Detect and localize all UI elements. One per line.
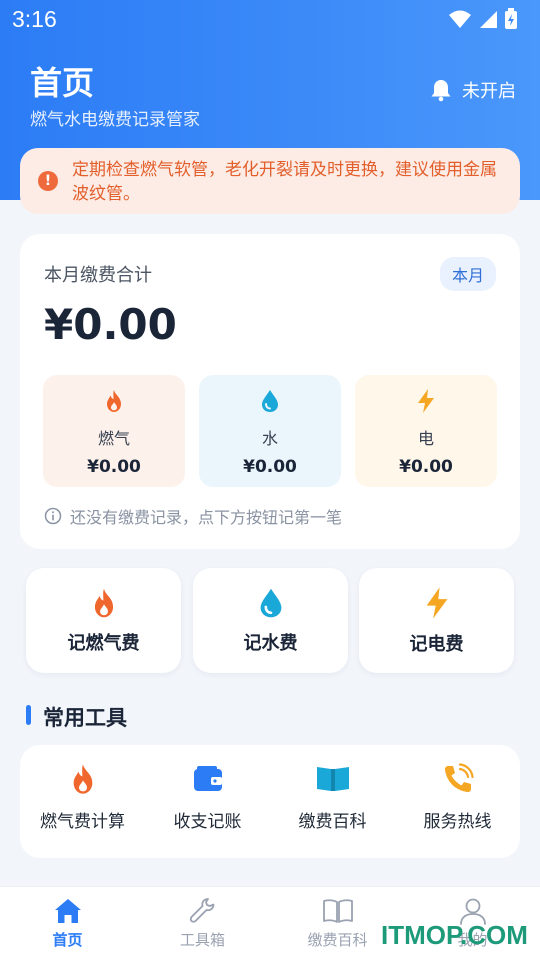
record-gas-label: 记燃气费	[67, 632, 140, 654]
page-subtitle: 燃气水电缴费记录管家	[30, 110, 200, 130]
book-icon	[322, 899, 353, 923]
tool-service-hotline[interactable]: 服务热线	[395, 763, 520, 832]
tool-gas-calculator[interactable]: 燃气费计算	[20, 763, 145, 832]
tools-card: 燃气费计算 收支记账 缴费百科 服务热线	[20, 745, 520, 858]
water-drop-icon	[262, 390, 278, 412]
record-water-button[interactable]: 记水费	[193, 568, 348, 673]
wrench-icon	[189, 898, 214, 923]
status-icons	[448, 8, 518, 30]
flame-icon	[73, 764, 92, 794]
water-label: 水	[261, 429, 278, 448]
water-amount: ¥0.00	[243, 457, 297, 477]
reminder-toggle-button[interactable]: 未开启	[430, 77, 516, 103]
gas-summary-box[interactable]: 燃气 ¥0.00	[43, 375, 185, 487]
signal-icon	[480, 11, 497, 28]
lightning-icon	[426, 586, 447, 619]
tools-section-title: 常用工具	[43, 706, 127, 730]
safety-notice[interactable]: ! 定期检查燃气软管，老化开裂请及时更换，建议使用金属波纹管。	[20, 148, 520, 214]
electricity-summary-box[interactable]: 电 ¥0.00	[355, 375, 497, 487]
empty-records-hint: 还没有缴费记录，点下方按钮记第一笔	[44, 504, 342, 528]
wifi-icon	[449, 10, 471, 28]
tab-label: 工具箱	[179, 931, 225, 949]
tab-label: 缴费百科	[307, 931, 368, 949]
record-gas-button[interactable]: 记燃气费	[26, 568, 181, 673]
book-icon	[316, 767, 349, 791]
electricity-label: 电	[417, 429, 434, 448]
flame-icon	[107, 390, 121, 412]
wallet-icon	[193, 766, 222, 791]
watermark: ITMOP.COM	[381, 920, 528, 950]
alert-circle-icon: !	[38, 171, 58, 191]
tool-encyclopedia[interactable]: 缴费百科	[270, 763, 395, 832]
tool-label: 缴费百科	[298, 812, 367, 832]
record-electricity-button[interactable]: 记电费	[359, 568, 514, 673]
period-badge[interactable]: 本月	[439, 257, 496, 291]
tool-label: 收支记账	[173, 812, 242, 832]
status-time: 3:16	[12, 5, 57, 32]
flame-icon	[94, 588, 113, 617]
electricity-amount: ¥0.00	[399, 457, 453, 477]
gas-label: 燃气	[97, 429, 130, 448]
tab-home[interactable]: 首页	[0, 897, 135, 950]
notice-text: 定期检查燃气软管，老化开裂请及时更换，建议使用金属波纹管。	[72, 160, 497, 204]
monthly-summary-card: 本月缴费合计 本月 ¥0.00 燃气 ¥0.00 水 ¥0.00 电 ¥0.00…	[20, 234, 520, 549]
home-icon	[54, 899, 81, 923]
lightning-icon	[418, 389, 434, 413]
summary-label: 本月缴费合计	[44, 265, 152, 286]
tab-label: 首页	[52, 931, 83, 949]
bell-icon	[431, 80, 451, 102]
page-title: 首页	[30, 64, 95, 102]
status-bar: 3:16	[0, 0, 540, 38]
total-amount: ¥0.00	[44, 300, 177, 349]
water-summary-box[interactable]: 水 ¥0.00	[199, 375, 341, 487]
tab-toolbox[interactable]: 工具箱	[135, 897, 270, 950]
phone-icon	[444, 763, 474, 793]
battery-icon	[505, 8, 517, 29]
record-electricity-label: 记电费	[409, 633, 464, 655]
record-water-label: 记水费	[243, 632, 298, 654]
tool-ledger[interactable]: 收支记账	[145, 763, 270, 832]
info-icon	[44, 507, 62, 525]
tool-label: 服务热线	[423, 812, 492, 832]
gas-amount: ¥0.00	[87, 457, 141, 477]
section-accent-bar	[26, 705, 31, 725]
empty-hint-text: 还没有缴费记录，点下方按钮记第一笔	[70, 508, 343, 527]
reminder-label: 未开启	[462, 81, 516, 102]
water-drop-icon	[260, 588, 281, 617]
tool-label: 燃气费计算	[40, 812, 125, 832]
